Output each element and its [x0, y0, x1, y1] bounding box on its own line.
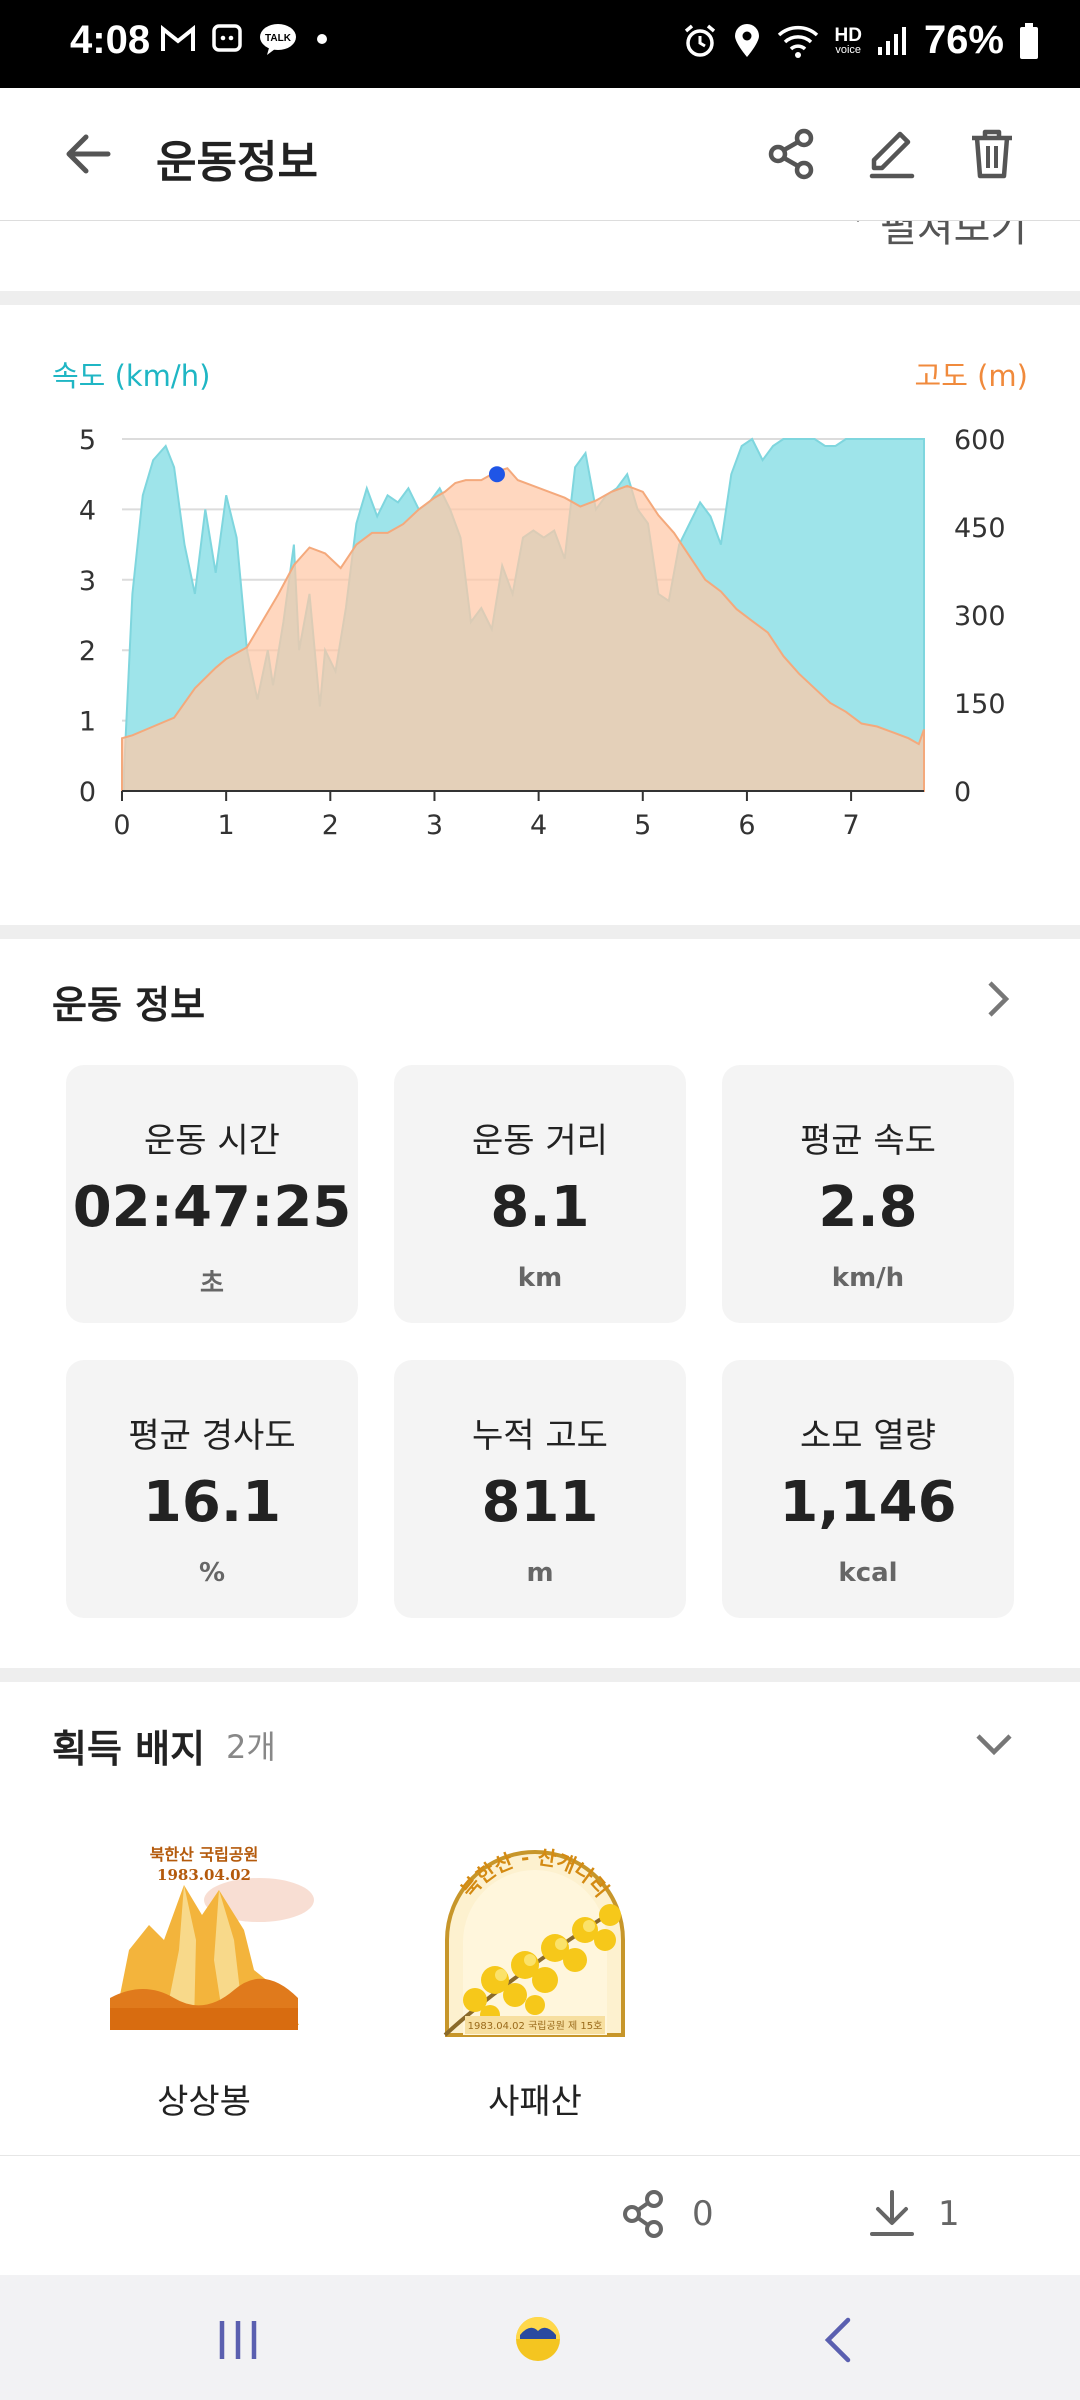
- stat-value: 2.8: [818, 1175, 918, 1240]
- status-bar: 4:08 TALK HD voice 76%: [0, 0, 1080, 88]
- status-right-icons: HD voice 76%: [682, 18, 1040, 63]
- y-right-tick-label: 0: [954, 777, 971, 808]
- kakaotalk-icon: TALK: [260, 24, 296, 55]
- section-divider: [0, 291, 1080, 305]
- stat-label: 운동 시간: [144, 1121, 280, 1161]
- x-tick-label: 6: [738, 810, 755, 841]
- chevron-right-icon[interactable]: [980, 977, 1016, 1021]
- svg-text:TALK: TALK: [265, 33, 292, 44]
- stat-card-avg-slope: 평균 경사도 16.1 %: [66, 1360, 358, 1618]
- stat-card-calories: 소모 열량 1,146 kcal: [722, 1360, 1014, 1618]
- stat-label: 소모 열량: [800, 1416, 936, 1456]
- location-icon: [735, 23, 760, 57]
- stat-card-cumulative-altitude: 누적 고도 811 m: [394, 1360, 686, 1618]
- x-tick-label: 2: [322, 810, 339, 841]
- chevron-down-icon[interactable]: [972, 1728, 1016, 1762]
- x-tick-label: 1: [218, 810, 235, 841]
- y-left-tick-label: 3: [79, 566, 96, 597]
- stat-card-distance: 운동 거리 8.1 km: [394, 1065, 686, 1323]
- y-right-tick-label: 600: [954, 425, 1006, 456]
- battery-percent: 76%: [923, 18, 1004, 62]
- section-divider: [0, 925, 1080, 939]
- gmail-icon: [161, 24, 195, 51]
- x-tick-label: 7: [842, 810, 859, 841]
- stat-unit: %: [198, 1558, 226, 1588]
- badges-section-title: 획득 배지: [52, 1727, 206, 1771]
- badge-caption: 북한산 국립공원: [150, 1845, 259, 1864]
- stat-value: 02:47:25: [72, 1175, 352, 1240]
- status-time: 4:08: [70, 18, 151, 62]
- alarm-icon: [685, 24, 716, 57]
- stat-label: 누적 고도: [472, 1416, 608, 1456]
- stat-label: 운동 거리: [472, 1121, 608, 1161]
- exercise-section-title: 운동 정보: [52, 983, 206, 1027]
- hd-label: HD: [834, 24, 862, 46]
- forsythia-badge-icon: 북한산 - 산개나리 1983.04.02 국립공원 제 15호: [443, 1845, 625, 2037]
- badge-caption: 1983.04.02: [157, 1866, 251, 1884]
- badges-count: 2개: [226, 1728, 276, 1766]
- stat-value: 1,146: [779, 1470, 957, 1535]
- share-count-icon[interactable]: [620, 2188, 668, 2240]
- footer-actions: 0 1: [0, 2155, 1080, 2276]
- wifi-icon: [778, 25, 819, 58]
- delete-icon[interactable]: [962, 124, 1022, 184]
- collapsed-section-row[interactable]: 펼쳐보기: [0, 221, 1080, 291]
- badge-caption: 1983.04.02 국립공원 제 15호: [468, 2019, 603, 2032]
- y-right-tick-label: 150: [954, 689, 1006, 720]
- stat-unit: km: [517, 1263, 563, 1293]
- x-tick-label: 5: [634, 810, 651, 841]
- page-title: 운동정보: [156, 137, 318, 188]
- stat-unit: 초: [200, 1269, 224, 1299]
- battery-icon: [1020, 22, 1038, 59]
- stat-label: 평균 경사도: [128, 1416, 296, 1456]
- y-left-tick-label: 5: [79, 425, 96, 456]
- stat-card-time: 운동 시간 02:47:25 초: [66, 1065, 358, 1323]
- badge-item[interactable]: 북한산 국립공원 1983.04.02 상상봉: [84, 1830, 324, 2122]
- app-header: 운동정보: [0, 88, 1080, 221]
- chart-canvas: 0 1 2 3 4 5 6 70123450150300450600: [79, 425, 1006, 841]
- x-tick-label: 0: [113, 810, 130, 841]
- bixby-icon: [212, 24, 242, 52]
- y-left-tick-label: 1: [79, 707, 96, 738]
- chevron-down-icon: [856, 221, 860, 223]
- stat-value: 16.1: [142, 1470, 282, 1535]
- speed-altitude-chart: 속도 (km/h) 고도 (m) 0 1 2 3 4 5 6 7 0 1 2 3 4 5 0 150 300 45…: [0, 305, 1080, 925]
- share-icon[interactable]: [762, 124, 822, 184]
- stat-label: 평균 속도: [800, 1121, 936, 1161]
- y-left-tick-label: 2: [79, 636, 96, 667]
- home-icon[interactable]: [512, 2313, 564, 2365]
- y-right-tick-label: 450: [954, 513, 1006, 544]
- y-left-tick-label: 4: [79, 495, 96, 526]
- back-nav-icon[interactable]: [818, 2315, 858, 2365]
- y-left-tick-label: 0: [79, 777, 96, 808]
- voice-label: voice: [835, 43, 862, 56]
- badge-item[interactable]: 북한산 - 산개나리 1983.04.02 국립공원 제 15호 사패산: [415, 1830, 655, 2122]
- system-nav-bar: [0, 2275, 1080, 2400]
- status-left-icons: TALK: [160, 22, 332, 56]
- hd-voice-icon: HD voice: [834, 26, 861, 56]
- collapsed-section-label: 펼쳐보기: [880, 221, 1028, 251]
- y-right-tick-label: 300: [954, 601, 1006, 632]
- stat-unit: kcal: [838, 1558, 898, 1588]
- stat-value: 811: [481, 1470, 599, 1535]
- stat-value: 8.1: [490, 1175, 590, 1240]
- mountain-badge-icon: 북한산 국립공원 1983.04.02: [110, 1845, 314, 2030]
- stat-card-avg-speed: 평균 속도 2.8 km/h: [722, 1065, 1014, 1323]
- section-divider: [0, 1668, 1080, 1682]
- edit-icon[interactable]: [862, 124, 922, 184]
- stat-unit: km/h: [831, 1263, 905, 1293]
- position-marker: [488, 466, 505, 483]
- download-icon[interactable]: [866, 2186, 918, 2242]
- back-arrow-icon[interactable]: [58, 124, 118, 184]
- x-tick-label: 3: [426, 810, 443, 841]
- badge-name: 사패산: [488, 2082, 582, 2122]
- recent-apps-icon[interactable]: [214, 2317, 262, 2363]
- badge-name: 상상봉: [157, 2082, 251, 2122]
- x-tick-label: 4: [530, 810, 547, 841]
- stat-unit: m: [526, 1558, 554, 1588]
- signal-icon: [877, 26, 906, 55]
- dot-icon: [317, 34, 327, 44]
- download-count: 1: [938, 2194, 960, 2234]
- share-count: 0: [692, 2194, 714, 2234]
